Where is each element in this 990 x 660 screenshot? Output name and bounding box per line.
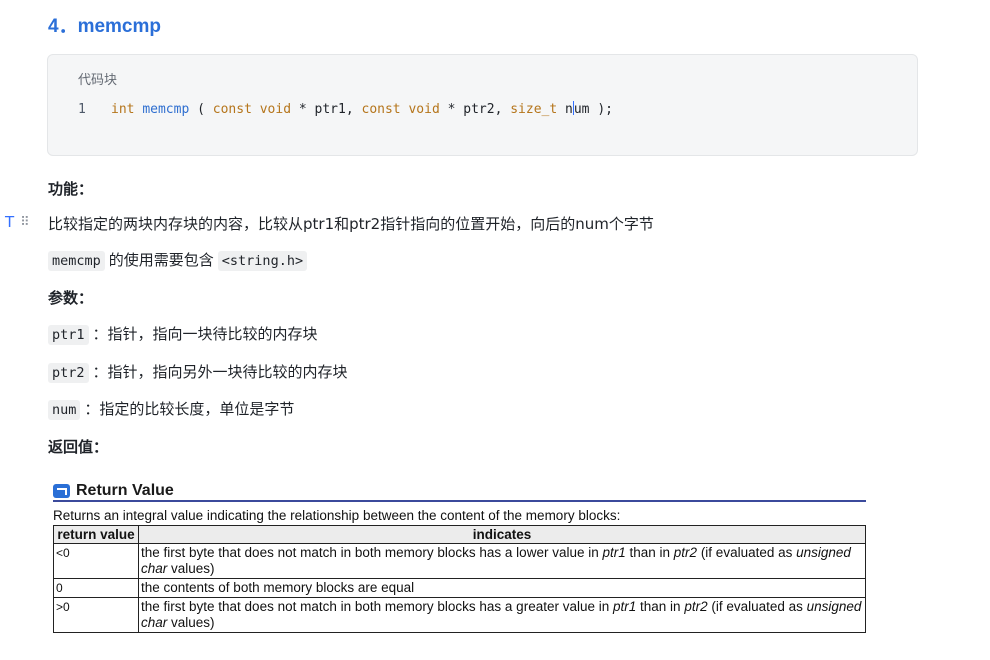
inline-code: memcmp	[48, 251, 105, 271]
return-value-description: Returns an integral value indicating the…	[53, 508, 621, 523]
table-row: >0 the first byte that does not match in…	[53, 597, 866, 633]
inline-code: ptr2	[48, 363, 89, 383]
cell-italic: ptr2	[684, 599, 708, 614]
param-desc: ：指针，指向另外一块待比较的内存块	[92, 363, 348, 381]
code-token: const	[361, 102, 401, 117]
code-token: size_t	[510, 102, 558, 117]
inline-code: ptr1	[48, 325, 89, 345]
cell-text: (if evaluated as	[707, 599, 807, 614]
include-text: 的使用需要包含	[108, 251, 214, 269]
table-header-row: return value indicates	[53, 525, 866, 544]
cell-text: values)	[167, 615, 215, 630]
function-description: 比较指定的两块内存块的内容，比较从ptr1和ptr2指针指向的位置开始，向后的n…	[48, 215, 654, 233]
cell-italic: ptr1	[602, 545, 626, 560]
param-item: num ：指定的比较长度，单位是字节	[48, 398, 295, 420]
function-label: 功能：	[48, 180, 94, 198]
return-arrow-icon	[53, 484, 70, 498]
code-token: memcmp	[142, 102, 190, 117]
param-item: ptr2 ：指针，指向另外一块待比较的内存块	[48, 361, 348, 383]
params-label: 参数：	[48, 289, 94, 307]
cell-italic: ptr2	[673, 545, 698, 560]
cell-italic: ptr1	[613, 599, 637, 614]
document-page: 4．memcmp 代码块 1 int memcmp ( const void * …	[0, 0, 990, 660]
column-header-indicates: indicates	[138, 525, 866, 544]
code-token: void	[259, 102, 292, 117]
title-underline	[53, 500, 866, 502]
indicates-cell: the first byte that does not match in bo…	[138, 597, 866, 633]
cell-text: the first byte that does not match in bo…	[141, 545, 603, 560]
code-line[interactable]: 1 int memcmp ( const void * ptr1, const v…	[78, 101, 613, 117]
code-token: n	[557, 102, 573, 117]
code-token: const	[212, 102, 252, 117]
line-number: 1	[78, 102, 86, 117]
code-token: (	[189, 102, 213, 117]
column-header-return-value: return value	[53, 525, 139, 544]
indicates-cell: the first byte that does not match in bo…	[138, 543, 866, 579]
return-value-cell: 0	[53, 578, 139, 598]
param-desc: ：指针，指向一块待比较的内存块	[92, 325, 318, 343]
indicates-cell: the contents of both memory blocks are e…	[138, 578, 866, 598]
code-token: * ptr1,	[291, 102, 362, 117]
table-row: <0 the first byte that does not match in…	[53, 543, 866, 579]
inline-code: num	[48, 400, 81, 420]
return-value-title-text: Return Value	[76, 482, 174, 499]
return-value-table: return value indicates <0 the first byte…	[53, 525, 866, 633]
code-token: int	[111, 102, 135, 117]
cell-text: values)	[167, 561, 215, 576]
return-value-cell: <0	[53, 543, 139, 579]
return-label: 返回值：	[48, 438, 109, 456]
cell-text: the first byte that does not match in bo…	[141, 599, 613, 614]
section-heading: 4．memcmp	[48, 16, 161, 37]
code-language-label: 代码块	[78, 73, 118, 88]
param-desc: ：指定的比较长度，单位是字节	[84, 400, 295, 418]
cell-text: than in	[625, 545, 674, 560]
code-token: void	[408, 102, 440, 117]
table-row: 0 the contents of both memory blocks are…	[53, 578, 866, 598]
inline-code: <string.h>	[217, 251, 308, 271]
code-token: um );	[573, 102, 613, 117]
code-block[interactable]: 代码块 1 int memcmp ( const void * ptr1, con…	[47, 54, 918, 156]
return-value-cell: >0	[53, 597, 139, 633]
block-side-tools[interactable]: T ⠿	[5, 213, 30, 231]
code-token: * ptr2,	[439, 102, 511, 117]
include-line: memcmp 的使用需要包含 <string.h>	[48, 249, 311, 271]
return-value-title: Return Value	[53, 482, 174, 500]
cell-text: than in	[636, 599, 685, 614]
cell-text: (if evaluated as	[697, 545, 797, 560]
drag-handle-icon[interactable]: ⠿	[20, 215, 30, 230]
text-format-icon[interactable]: T	[5, 213, 14, 231]
param-item: ptr1 ：指针，指向一块待比较的内存块	[48, 323, 318, 345]
